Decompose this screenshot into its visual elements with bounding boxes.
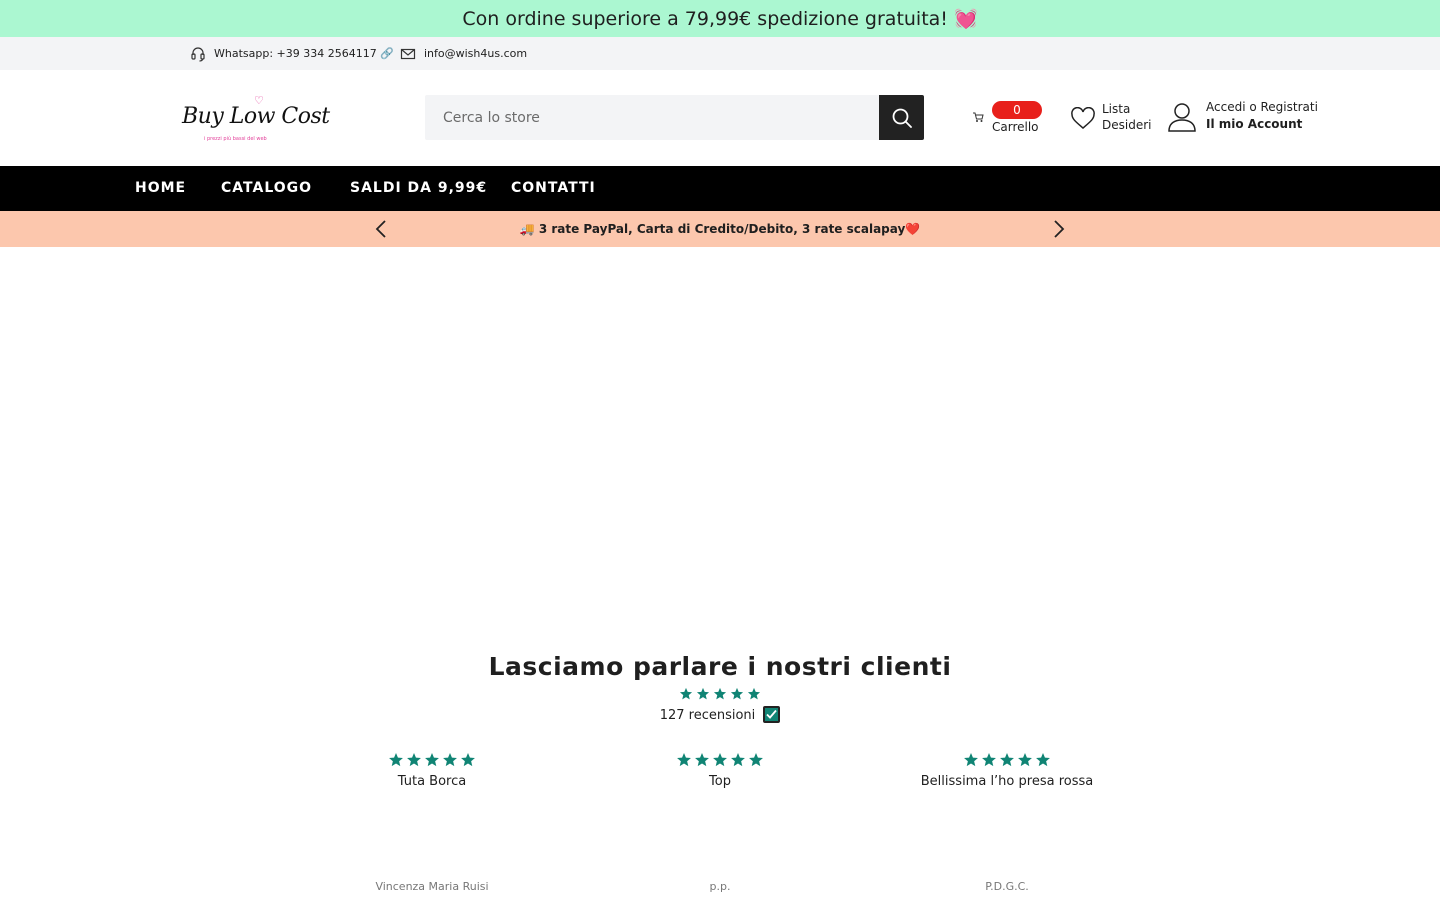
- search-icon: [892, 108, 912, 128]
- site-header: ♡ Buy Low Cost i prezzi più bassi del we…: [0, 70, 1440, 166]
- nav-item-catalogo[interactable]: CATALOGO: [221, 166, 312, 211]
- cart-label: Carrello: [992, 120, 1039, 134]
- email-text: info@wish4us.com: [424, 47, 528, 60]
- chevron-left-icon: [375, 220, 386, 238]
- star-icon: [389, 753, 403, 767]
- overall-star-rating: [679, 687, 761, 701]
- review-title: Top: [709, 774, 731, 789]
- contact-bar: Whatsapp: +39 334 2564117 🔗 info@wish4us…: [0, 37, 1440, 70]
- overall-rating: [0, 686, 1440, 705]
- review-card[interactable]: Tuta Borca Vincenza Maria Ruisi: [312, 752, 552, 893]
- verified-check-icon: [763, 706, 781, 723]
- review-title: Tuta Borca: [397, 774, 467, 789]
- star-icon: [407, 753, 421, 767]
- review-star-rating: [676, 752, 764, 768]
- star-icon: [982, 753, 996, 767]
- nav-item-contatti[interactable]: CONTATTI: [511, 166, 596, 211]
- review-author: p.p.: [709, 880, 731, 893]
- star-icon: [1018, 753, 1032, 767]
- star-icon: [679, 687, 693, 700]
- main-nav: HOME CATALOGO SALDI DA 9,99€ CONTATTI: [0, 166, 1440, 211]
- announcement-text: 🚚 3 rate PayPal, Carta di Credito/Debito…: [519, 222, 921, 236]
- review-star-rating: [388, 752, 476, 768]
- cart-count-badge: 0: [992, 101, 1042, 119]
- review-author: P.D.G.C.: [985, 880, 1029, 893]
- star-icon: [964, 753, 978, 767]
- search-form: [425, 95, 924, 140]
- reviews-count-text: 127 recensioni: [659, 708, 756, 723]
- review-title: Bellissima l’ho presa rossa: [920, 774, 1094, 789]
- chevron-right-icon: [1054, 220, 1065, 238]
- star-icon: [425, 753, 439, 767]
- announcement-slider: 🚚 3 rate PayPal, Carta di Credito/Debito…: [0, 211, 1440, 247]
- email-link[interactable]: info@wish4us.com: [400, 46, 527, 62]
- star-icon: [443, 753, 457, 767]
- slider-next-button[interactable]: [1049, 219, 1069, 239]
- heart-icon: [1071, 107, 1095, 129]
- slider-prev-button[interactable]: [371, 219, 391, 239]
- account-login-label: Accedi o Registrati: [1206, 100, 1318, 114]
- whatsapp-link[interactable]: Whatsapp: +39 334 2564117 🔗: [190, 46, 394, 62]
- star-icon: [730, 687, 744, 700]
- cart-icon: [973, 112, 984, 122]
- review-star-rating: [963, 752, 1051, 768]
- star-icon: [713, 687, 727, 700]
- site-logo[interactable]: ♡ Buy Low Cost i prezzi più bassi del we…: [180, 92, 330, 148]
- star-icon: [1036, 753, 1050, 767]
- star-icon: [749, 753, 763, 767]
- wishlist-link[interactable]: Lista Desideri: [1070, 102, 1160, 136]
- logo-text: Buy Low Cost: [182, 104, 330, 129]
- search-input[interactable]: [425, 95, 879, 140]
- headset-icon: [191, 46, 205, 62]
- search-button[interactable]: [879, 95, 924, 140]
- nav-item-saldi[interactable]: SALDI DA 9,99€: [350, 166, 487, 211]
- envelope-icon: [400, 48, 416, 59]
- wishlist-label-line1: Lista: [1102, 102, 1131, 116]
- star-icon: [696, 687, 710, 700]
- star-icon: [677, 753, 691, 767]
- nav-item-home[interactable]: HOME: [135, 166, 186, 211]
- star-icon: [461, 753, 475, 767]
- star-icon: [731, 753, 745, 767]
- user-icon: [1168, 103, 1196, 132]
- logo-tagline: i prezzi più bassi del web: [204, 136, 267, 142]
- promo-bar: Con ordine superiore a 79,99€ spedizione…: [0, 0, 1440, 37]
- wishlist-label-line2: Desideri: [1102, 118, 1152, 132]
- reviews-title: Lasciamo parlare i nostri clienti: [488, 652, 952, 681]
- star-icon: [1000, 753, 1014, 767]
- promo-text: Con ordine superiore a 79,99€ spedizione…: [462, 8, 978, 30]
- whatsapp-text: Whatsapp: +39 334 2564117 🔗: [214, 47, 394, 60]
- star-icon: [713, 753, 727, 767]
- star-icon: [747, 687, 761, 700]
- cart-link[interactable]: 0 Carrello: [972, 101, 1052, 137]
- account-link[interactable]: Accedi o Registrati Il mio Account: [1167, 100, 1337, 136]
- account-label: Il mio Account: [1206, 117, 1303, 131]
- review-card[interactable]: Top p.p.: [600, 752, 840, 893]
- reviews-count[interactable]: 127 recensioni: [0, 706, 1440, 723]
- review-card[interactable]: Bellissima l’ho presa rossa P.D.G.C.: [887, 752, 1127, 893]
- star-icon: [695, 753, 709, 767]
- review-author: Vincenza Maria Ruisi: [375, 880, 489, 893]
